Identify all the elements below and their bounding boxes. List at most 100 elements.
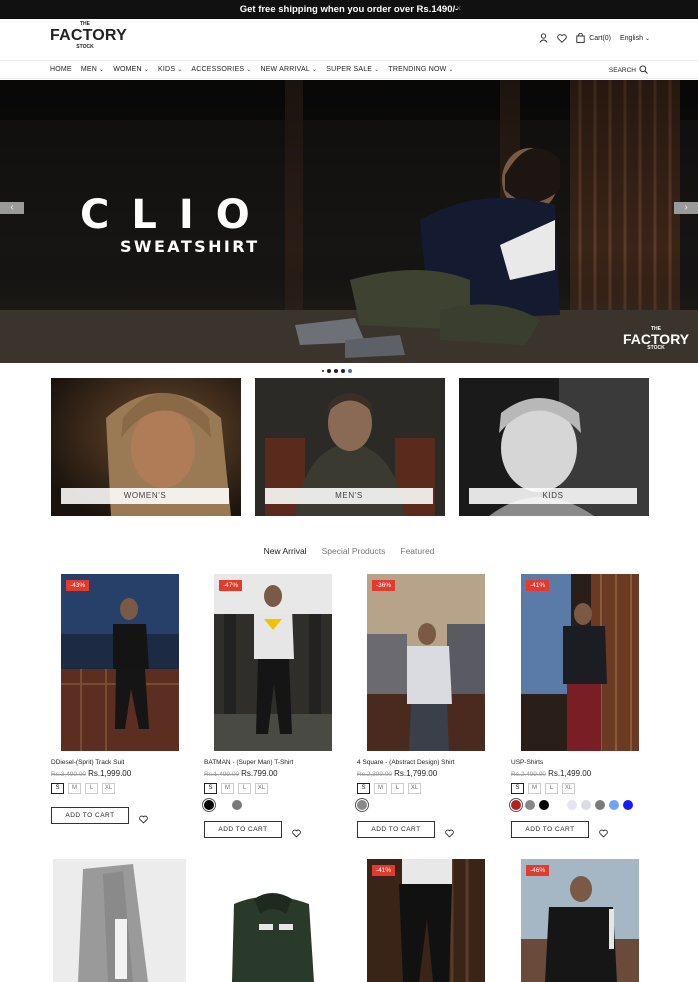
- chevron-down-icon: ⌄: [177, 67, 183, 73]
- logo-stock: STOCK: [76, 44, 94, 50]
- product-image[interactable]: -41%: [367, 859, 485, 982]
- add-to-cart-button[interactable]: ADD TO CART: [357, 821, 435, 838]
- nav-item-label: WOMEN: [113, 66, 142, 73]
- nav-item-label: ACCESSORIES: [191, 66, 245, 73]
- search-button[interactable]: SEARCH: [609, 65, 648, 76]
- slider-dot[interactable]: [348, 369, 352, 373]
- chevron-down-icon: ⌄: [98, 67, 105, 73]
- color-swatch[interactable]: [539, 800, 549, 810]
- size-option[interactable]: M: [68, 783, 81, 794]
- nav-item-label: NEW ARRIVAL: [260, 66, 310, 73]
- color-swatch[interactable]: [567, 800, 577, 810]
- size-option[interactable]: L: [545, 783, 558, 794]
- tab-special-products[interactable]: Special Products: [322, 546, 386, 556]
- size-option[interactable]: XL: [102, 783, 115, 794]
- product-image[interactable]: [53, 859, 186, 982]
- product-image[interactable]: -43%: [61, 574, 179, 751]
- size-options: S M L XL: [204, 783, 268, 794]
- color-swatch[interactable]: [232, 800, 242, 810]
- wishlist-heart-icon[interactable]: [445, 825, 454, 838]
- wishlist-heart-icon[interactable]: [599, 825, 608, 838]
- color-swatch[interactable]: [553, 800, 563, 810]
- add-to-cart-button[interactable]: ADD TO CART: [51, 807, 129, 824]
- product-card: [43, 859, 193, 982]
- category-womens[interactable]: WOMEN'S: [51, 378, 241, 516]
- product-name[interactable]: USP-Shirts: [511, 759, 543, 766]
- product-image[interactable]: -41%: [521, 574, 639, 751]
- chevron-down-icon: ⌄: [644, 35, 650, 42]
- nav-item-new-arrival[interactable]: NEW ARRIVAL ⌄: [260, 66, 317, 73]
- add-to-cart-button[interactable]: ADD TO CART: [511, 821, 589, 838]
- size-option[interactable]: L: [85, 783, 98, 794]
- color-swatch[interactable]: [218, 800, 228, 810]
- wishlist-heart-icon[interactable]: [139, 811, 148, 824]
- nav-item-super-sale[interactable]: SUPER SALE ⌄: [326, 66, 379, 73]
- nav-item-label: SUPER SALE: [326, 66, 373, 73]
- nav-item-kids[interactable]: KIDS ⌄: [158, 66, 182, 73]
- size-option[interactable]: L: [391, 783, 404, 794]
- slider-dot[interactable]: [334, 369, 338, 373]
- nav-item-men[interactable]: MEN ⌄: [81, 66, 104, 73]
- nav-item-home[interactable]: HOME: [50, 66, 72, 73]
- color-swatch[interactable]: [525, 800, 535, 810]
- color-swatch[interactable]: [357, 800, 367, 810]
- color-swatch[interactable]: [511, 800, 521, 810]
- color-swatch[interactable]: [581, 800, 591, 810]
- product-tabs: New Arrival Special Products Featured: [0, 546, 698, 556]
- product-image[interactable]: -36%: [367, 574, 485, 751]
- product-price: Rs.1,499.00 Rs.799.00: [204, 769, 278, 778]
- language-select[interactable]: English ⌄: [620, 35, 650, 42]
- nav-item-accessories[interactable]: ACCESSORIES ⌄: [191, 66, 251, 73]
- category-kids[interactable]: KIDS: [459, 378, 649, 516]
- nav-item-trending-now[interactable]: TRENDING NOW ⌄: [388, 66, 453, 73]
- add-to-cart-button[interactable]: ADD TO CART: [204, 821, 282, 838]
- slider-dot[interactable]: [327, 369, 331, 373]
- tab-featured[interactable]: Featured: [400, 546, 434, 556]
- discount-badge: -41%: [372, 865, 396, 876]
- sale-price: Rs.1,499.00: [548, 769, 592, 778]
- old-price: Rs.3,499.00: [51, 771, 87, 778]
- size-option[interactable]: S: [204, 783, 217, 794]
- product-image[interactable]: [214, 859, 332, 982]
- slider-dot[interactable]: [341, 369, 345, 373]
- next-slide-button[interactable]: ›: [674, 202, 698, 214]
- product-image[interactable]: -47%: [214, 574, 332, 751]
- user-icon[interactable]: [539, 33, 548, 43]
- search-label: SEARCH: [608, 67, 636, 74]
- size-option[interactable]: S: [511, 783, 524, 794]
- wishlist-heart-icon[interactable]: [292, 825, 301, 838]
- hero-banner[interactable]: CLIO SWEATSHIRT ‹ › THE FACTORY STOCK: [0, 80, 698, 363]
- bag-icon: [576, 33, 585, 43]
- size-option[interactable]: S: [51, 783, 64, 794]
- nav-item-women[interactable]: WOMEN ⌄: [113, 66, 149, 73]
- cart-button[interactable]: Cart(0): [576, 33, 611, 43]
- size-option[interactable]: M: [528, 783, 541, 794]
- size-option[interactable]: M: [374, 783, 387, 794]
- size-option[interactable]: XL: [255, 783, 268, 794]
- color-swatch[interactable]: [623, 800, 633, 810]
- product-card: [204, 859, 354, 982]
- product-price: Rs.3,499.00 Rs.1,999.00: [51, 769, 131, 778]
- size-option[interactable]: XL: [562, 783, 575, 794]
- category-label: MEN'S: [265, 488, 433, 504]
- category-mens[interactable]: MEN'S: [255, 378, 445, 516]
- discount-badge: -43%: [66, 580, 90, 591]
- tab-new-arrival[interactable]: New Arrival: [264, 546, 307, 556]
- product-name[interactable]: 4 Square - (Abstract Design) Shirt: [357, 759, 455, 766]
- size-option[interactable]: L: [238, 783, 251, 794]
- product-name[interactable]: BATMAN - (Super Man) T-Shirt: [204, 759, 293, 766]
- size-option[interactable]: S: [357, 783, 370, 794]
- close-icon[interactable]: ×: [456, 3, 461, 13]
- heart-icon[interactable]: [557, 33, 567, 43]
- product-name[interactable]: DDiesel-(Sprit) Track Suit: [51, 759, 124, 766]
- prev-slide-button[interactable]: ‹: [0, 202, 24, 214]
- size-option[interactable]: XL: [408, 783, 421, 794]
- product-image[interactable]: -46%: [521, 859, 639, 982]
- slider-dot[interactable]: [322, 370, 324, 372]
- size-option[interactable]: M: [221, 783, 234, 794]
- color-swatch[interactable]: [609, 800, 619, 810]
- color-swatch[interactable]: [204, 800, 214, 810]
- site-logo[interactable]: THE FACTORY STOCK: [50, 22, 127, 50]
- color-swatch[interactable]: [595, 800, 605, 810]
- chevron-down-icon: ⌄: [374, 67, 380, 73]
